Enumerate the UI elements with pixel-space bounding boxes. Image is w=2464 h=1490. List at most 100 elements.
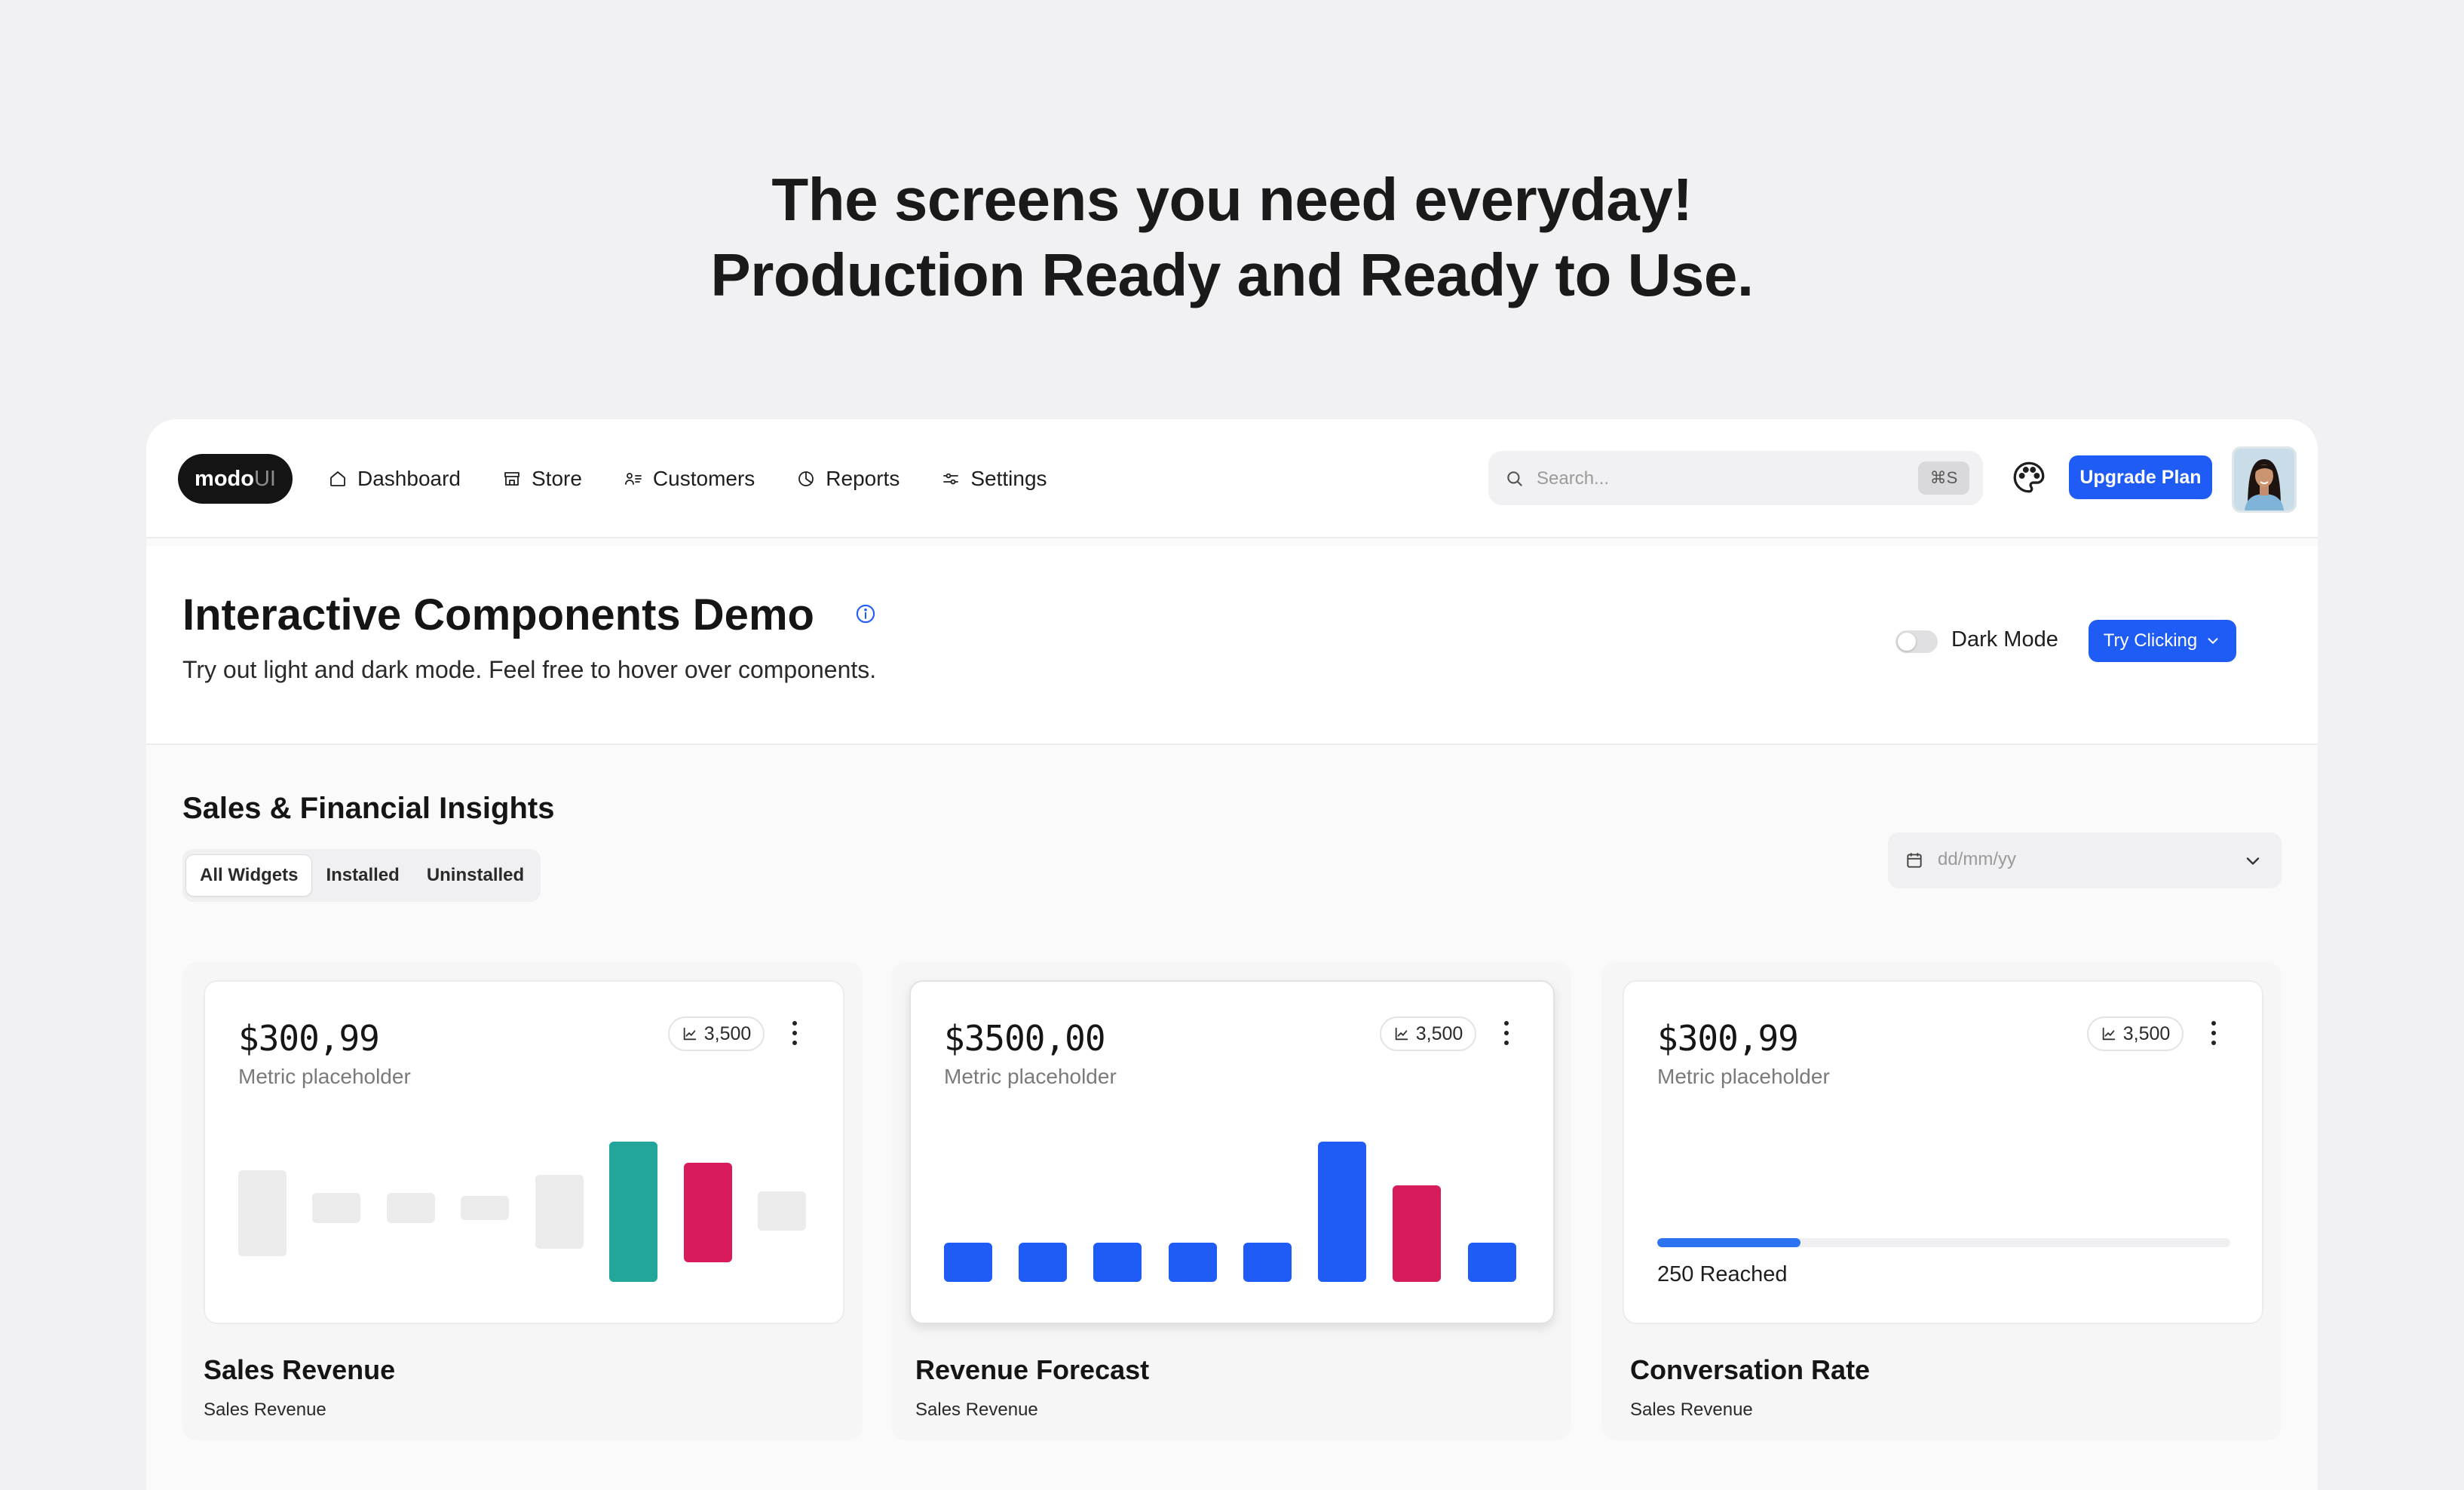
avatar[interactable] bbox=[2232, 446, 2297, 513]
dark-mode-toggle[interactable] bbox=[1896, 630, 1938, 653]
hero-line-2: Production Ready and Ready to Use. bbox=[710, 241, 1754, 308]
nav-item-dashboard[interactable]: Dashboard bbox=[329, 467, 461, 491]
date-picker[interactable]: dd/mm/yy bbox=[1888, 832, 2282, 888]
date-placeholder: dd/mm/yy bbox=[1938, 849, 2017, 869]
chevron-down-icon bbox=[2246, 857, 2260, 865]
progress-bar bbox=[1657, 1238, 2230, 1247]
hero-line-1: The screens you need everyday! bbox=[771, 166, 1693, 233]
bar bbox=[1019, 1243, 1067, 1282]
amount-value: $300,99 bbox=[238, 1018, 380, 1059]
logo-accent: UI bbox=[253, 467, 276, 491]
bar-chart bbox=[944, 1136, 1517, 1282]
upgrade-plan-button[interactable]: Upgrade Plan bbox=[2069, 455, 2212, 499]
user-avatar-image bbox=[2234, 449, 2294, 510]
more-options-icon[interactable] bbox=[789, 1018, 801, 1048]
trend-chart-icon bbox=[2102, 1027, 2115, 1041]
section-title: Sales & Financial Insights bbox=[182, 792, 555, 825]
pie-chart-icon bbox=[798, 471, 814, 486]
bar bbox=[312, 1193, 360, 1223]
trend-chart-icon bbox=[1395, 1027, 1408, 1041]
card-title: Revenue Forecast bbox=[915, 1354, 1150, 1385]
bar bbox=[1243, 1243, 1292, 1282]
search-shortcut: ⌘S bbox=[1918, 461, 1969, 495]
search-box: ⌘S bbox=[1488, 451, 1983, 505]
nav-item-reports[interactable]: Reports bbox=[797, 467, 899, 491]
main-nav: Dashboard Store Customers Reports Settin… bbox=[329, 454, 1089, 504]
tab-installed[interactable]: Installed bbox=[312, 855, 412, 896]
metric-label: Metric placeholder bbox=[1657, 1065, 1830, 1088]
bar bbox=[461, 1196, 509, 1220]
bar bbox=[1393, 1185, 1441, 1282]
widget-panel: $300,99 Metric placeholder 3,500 bbox=[204, 980, 844, 1324]
logo-text: modo bbox=[195, 467, 254, 491]
nav-item-store[interactable]: Store bbox=[503, 467, 582, 491]
trend-chart-icon bbox=[683, 1027, 696, 1041]
store-icon bbox=[504, 472, 519, 486]
trend-badge: 3,500 bbox=[1380, 1016, 1476, 1051]
conversation-rate-card[interactable]: $300,99 Metric placeholder 3,500 250 Rea… bbox=[1601, 962, 2282, 1440]
badge-value: 3,500 bbox=[703, 1022, 752, 1044]
bar bbox=[1093, 1243, 1142, 1282]
bar bbox=[758, 1191, 806, 1231]
info-icon[interactable] bbox=[855, 603, 876, 624]
search-icon bbox=[1507, 471, 1522, 486]
bar bbox=[609, 1142, 657, 1282]
more-options-icon[interactable] bbox=[1500, 1018, 1512, 1048]
nav-label-dashboard: Dashboard bbox=[357, 467, 461, 490]
hero-heading: The screens you need everyday! Productio… bbox=[0, 162, 2464, 313]
palette-icon[interactable] bbox=[2010, 458, 2048, 496]
bar bbox=[944, 1243, 992, 1282]
chevron-down-icon bbox=[2208, 638, 2218, 644]
bar-chart bbox=[238, 1136, 811, 1282]
progress-fill bbox=[1657, 1238, 1800, 1247]
bar bbox=[684, 1163, 732, 1262]
nav-item-settings[interactable]: Settings bbox=[942, 467, 1047, 491]
nav-label-customers: Customers bbox=[652, 467, 755, 490]
amount-value: $3500,00 bbox=[944, 1018, 1106, 1059]
page-subtitle: Try out light and dark mode. Feel free t… bbox=[182, 656, 877, 683]
try-clicking-button[interactable]: Try Clicking bbox=[2089, 620, 2236, 662]
bar bbox=[1468, 1243, 1516, 1282]
nav-label-settings: Settings bbox=[970, 467, 1047, 490]
badge-value: 3,500 bbox=[1415, 1022, 1463, 1044]
tab-all-widgets[interactable]: All Widgets bbox=[185, 854, 313, 897]
top-navbar: modoUI Dashboard Store Customers Reports… bbox=[146, 419, 2318, 538]
page-title: Interactive Components Demo bbox=[182, 590, 814, 639]
logo[interactable]: modoUI bbox=[178, 454, 293, 504]
metric-label: Metric placeholder bbox=[238, 1065, 411, 1088]
card-subtitle: Sales Revenue bbox=[915, 1400, 1038, 1420]
sliders-icon bbox=[943, 473, 959, 485]
amount-value: $300,99 bbox=[1657, 1018, 1799, 1059]
widget-panel: $3500,00 Metric placeholder 3,500 bbox=[909, 980, 1555, 1324]
sales-revenue-card[interactable]: $300,99 Metric placeholder 3,500 Sales R… bbox=[182, 962, 863, 1440]
tab-uninstalled[interactable]: Uninstalled bbox=[413, 855, 538, 896]
page-header: Interactive Components Demo Try out ligh… bbox=[146, 546, 2318, 745]
bar bbox=[238, 1170, 287, 1256]
calendar-icon bbox=[1907, 853, 1922, 868]
bar bbox=[387, 1193, 435, 1223]
trend-badge: 3,500 bbox=[2087, 1016, 2184, 1051]
widget-tabs: All Widgets Installed Uninstalled bbox=[182, 849, 541, 902]
try-clicking-label: Try Clicking bbox=[2103, 630, 2198, 651]
card-title: Sales Revenue bbox=[204, 1354, 396, 1385]
nav-label-store: Store bbox=[531, 467, 582, 490]
bar bbox=[535, 1175, 584, 1249]
nav-label-reports: Reports bbox=[826, 467, 900, 490]
app-window: modoUI Dashboard Store Customers Reports… bbox=[146, 419, 2318, 1490]
more-options-icon[interactable] bbox=[2208, 1018, 2220, 1048]
card-title: Conversation Rate bbox=[1630, 1354, 1871, 1385]
nav-item-customers[interactable]: Customers bbox=[624, 467, 755, 491]
card-subtitle: Sales Revenue bbox=[204, 1400, 326, 1420]
revenue-forecast-card[interactable]: $3500,00 Metric placeholder 3,500 Revenu… bbox=[891, 962, 1571, 1440]
home-icon bbox=[330, 471, 345, 486]
trend-badge: 3,500 bbox=[668, 1016, 765, 1051]
card-subtitle: Sales Revenue bbox=[1630, 1400, 1753, 1420]
dark-mode-label: Dark Mode bbox=[1951, 627, 2058, 651]
progress-label: 250 Reached bbox=[1657, 1262, 1788, 1286]
search-input[interactable] bbox=[1535, 461, 1885, 496]
bar bbox=[1169, 1243, 1217, 1282]
bar bbox=[1318, 1142, 1366, 1282]
metric-label: Metric placeholder bbox=[944, 1065, 1117, 1088]
badge-value: 3,500 bbox=[2122, 1022, 2171, 1044]
customers-icon bbox=[625, 473, 642, 485]
